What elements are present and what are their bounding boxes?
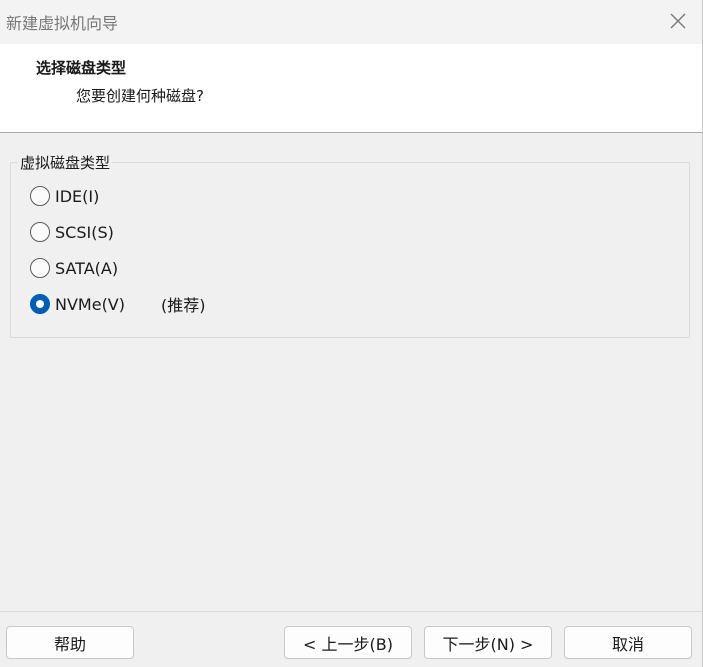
help-button[interactable]: 帮助 bbox=[6, 626, 134, 659]
radio-label-ide: IDE(I) bbox=[55, 186, 100, 206]
radio-option-nvme[interactable]: NVMe(V) (推荐) bbox=[30, 293, 206, 315]
radio-button-scsi[interactable] bbox=[30, 222, 50, 242]
recommended-note: (推荐) bbox=[161, 296, 206, 315]
next-button[interactable]: 下一步(N) > bbox=[424, 626, 552, 659]
page-title: 选择磁盘类型 bbox=[36, 59, 127, 77]
radio-label-nvme: NVMe(V) bbox=[55, 294, 125, 314]
close-button[interactable] bbox=[658, 2, 698, 40]
close-icon bbox=[670, 13, 686, 29]
title-bar: 新建虚拟机向导 bbox=[0, 0, 702, 44]
wizard-window: 新建虚拟机向导 选择磁盘类型 您要创建何种磁盘? 虚拟磁盘类型 IDE(I) S… bbox=[0, 0, 703, 667]
radio-button-sata[interactable] bbox=[30, 258, 50, 278]
radio-option-ide[interactable]: IDE(I) bbox=[30, 185, 99, 207]
radio-label-sata: SATA(A) bbox=[55, 258, 119, 278]
radio-button-ide[interactable] bbox=[30, 186, 50, 206]
radio-selected-dot bbox=[36, 300, 44, 308]
page-subtitle: 您要创建何种磁盘? bbox=[76, 87, 204, 105]
window-title: 新建虚拟机向导 bbox=[6, 14, 119, 33]
radio-option-scsi[interactable]: SCSI(S) bbox=[30, 221, 114, 243]
group-legend: 虚拟磁盘类型 bbox=[18, 152, 113, 173]
radio-button-nvme[interactable] bbox=[30, 294, 50, 314]
back-button[interactable]: < 上一步(B) bbox=[284, 626, 412, 659]
footer-divider bbox=[0, 611, 702, 612]
cancel-button[interactable]: 取消 bbox=[564, 626, 692, 659]
radio-option-sata[interactable]: SATA(A) bbox=[30, 257, 118, 279]
radio-label-scsi: SCSI(S) bbox=[55, 222, 114, 242]
wizard-header: 选择磁盘类型 您要创建何种磁盘? bbox=[0, 44, 702, 133]
